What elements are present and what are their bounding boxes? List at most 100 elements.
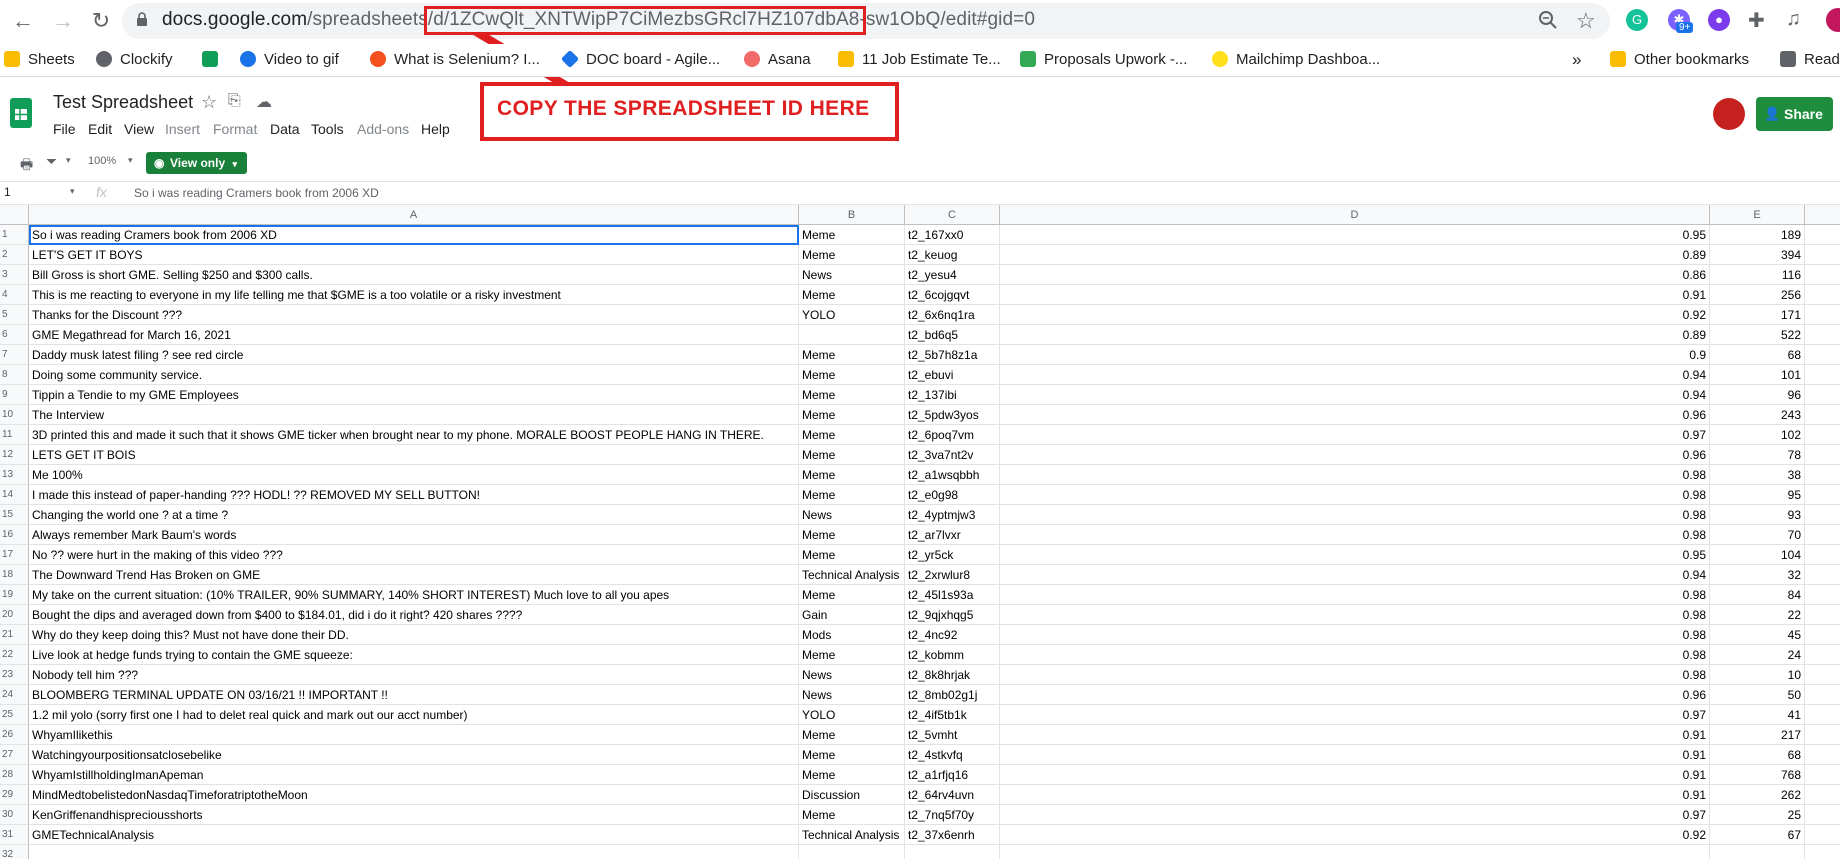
row-number[interactable]: 31 [0,825,29,845]
cell-flair[interactable]: Discussion [799,785,905,805]
cell-flair[interactable]: Technical Analysis [799,825,905,845]
cell-score[interactable]: 24 [1710,645,1805,665]
cell-author-id[interactable]: t2_4yptmjw3 [905,505,1000,525]
row-number[interactable]: 19 [0,585,29,605]
col-header-e[interactable]: E [1710,205,1805,225]
row-number[interactable]: 22 [0,645,29,665]
row-number[interactable]: 26 [0,725,29,745]
cell-score[interactable]: 93 [1710,505,1805,525]
cell-flair[interactable]: Gain [799,605,905,625]
cell-author-id[interactable]: t2_5b7h8z1a [905,345,1000,365]
cell-empty[interactable] [1805,785,1840,805]
cell-ratio[interactable] [1000,845,1710,859]
cell-flair[interactable]: YOLO [799,705,905,725]
cell-ratio[interactable]: 0.98 [1000,505,1710,525]
cell-title[interactable]: Tippin a Tendie to my GME Employees [29,385,799,405]
star-icon[interactable]: ☆ [1576,8,1596,34]
user-avatar[interactable] [1713,98,1745,130]
cell-score[interactable]: 96 [1710,385,1805,405]
cell-author-id[interactable]: t2_137ibi [905,385,1000,405]
cell-flair[interactable]: News [799,665,905,685]
cell-ratio[interactable]: 0.9 [1000,345,1710,365]
row-number[interactable]: 8 [0,365,29,385]
cell-empty[interactable] [1805,265,1840,285]
filter-icon[interactable]: ⏷ [46,153,57,170]
cell-empty[interactable] [1805,805,1840,825]
cell-flair[interactable]: Meme [799,285,905,305]
cell-title[interactable]: My take on the current situation: (10% T… [29,585,799,605]
cell-score[interactable]: 256 [1710,285,1805,305]
cell-author-id[interactable]: t2_a1rfjq16 [905,765,1000,785]
cell-empty[interactable] [1805,465,1840,485]
cell-author-id[interactable]: t2_9qjxhqg5 [905,605,1000,625]
cell-author-id[interactable]: t2_yr5ck [905,545,1000,565]
cell-empty[interactable] [1805,405,1840,425]
cell-flair[interactable]: Mods [799,625,905,645]
cell-author-id[interactable]: t2_5vmht [905,725,1000,745]
cell-score[interactable]: 45 [1710,625,1805,645]
cell-author-id[interactable]: t2_7nq5f70y [905,805,1000,825]
row-number[interactable]: 2 [0,245,29,265]
cell-author-id[interactable]: t2_64rv4uvn [905,785,1000,805]
cell-ratio[interactable]: 0.95 [1000,225,1710,245]
cell-empty[interactable] [1805,445,1840,465]
cell-ratio[interactable]: 0.98 [1000,485,1710,505]
cell-title[interactable]: Live look at hedge funds trying to conta… [29,645,799,665]
cell-empty[interactable] [1805,605,1840,625]
share-button[interactable]: 👤 Share [1756,97,1833,131]
cell-title[interactable]: WhyamIstillholdingImanApeman [29,765,799,785]
menu-edit[interactable]: Edit [88,121,112,137]
screen-recorder-icon[interactable]: ● [1708,9,1730,31]
cell-title[interactable]: GMETechnicalAnalysis [29,825,799,845]
row-number[interactable]: 25 [0,705,29,725]
cell-empty[interactable] [1805,725,1840,745]
row-number[interactable]: 20 [0,605,29,625]
cell-flair[interactable]: Meme [799,225,905,245]
cell-ratio[interactable]: 0.89 [1000,245,1710,265]
cell-ratio[interactable]: 0.91 [1000,285,1710,305]
bookmark-sheets-add[interactable] [202,50,226,70]
star-icon[interactable]: ☆ [201,92,217,113]
cell-flair[interactable]: Meme [799,245,905,265]
cell-empty[interactable] [1805,665,1840,685]
cell-score[interactable]: 25 [1710,805,1805,825]
cell-empty[interactable] [1805,245,1840,265]
cell-ratio[interactable]: 0.92 [1000,305,1710,325]
col-header-a[interactable]: A [29,205,799,225]
cell-flair[interactable]: Meme [799,425,905,445]
cell-flair[interactable]: Meme [799,525,905,545]
cell-flair[interactable] [799,845,905,859]
cell-flair[interactable]: Meme [799,365,905,385]
cell-score[interactable]: 32 [1710,565,1805,585]
cell-flair[interactable]: Meme [799,345,905,365]
bookmark-video-to-gif[interactable]: Video to gif [240,50,339,70]
cell-title[interactable]: Bought the dips and averaged down from $… [29,605,799,625]
cell-ratio[interactable]: 0.98 [1000,465,1710,485]
row-number[interactable]: 27 [0,745,29,765]
cell-ratio[interactable]: 0.98 [1000,645,1710,665]
cell-flair[interactable]: News [799,505,905,525]
puzzle-icon[interactable]: ✚ [1748,8,1765,33]
cell-score[interactable]: 394 [1710,245,1805,265]
cell-ratio[interactable]: 0.91 [1000,725,1710,745]
row-number[interactable]: 10 [0,405,29,425]
cell-empty[interactable] [1805,485,1840,505]
row-number[interactable]: 30 [0,805,29,825]
cell-empty[interactable] [1805,525,1840,545]
row-number[interactable]: 23 [0,665,29,685]
cell-title[interactable]: WhyamIlikethis [29,725,799,745]
bookmark-selenium[interactable]: What is Selenium? I... [370,50,540,70]
row-number[interactable]: 28 [0,765,29,785]
cell-ratio[interactable]: 0.94 [1000,365,1710,385]
name-box[interactable]: 1 [4,185,11,199]
bookmark-proposals[interactable]: Proposals Upwork -... [1020,50,1187,70]
print-icon[interactable]: 🖶 [20,154,33,178]
cell-flair[interactable]: Meme [799,745,905,765]
menu-view[interactable]: View [124,121,154,137]
col-header-c[interactable]: C [905,205,1000,225]
cell-title[interactable]: Bill Gross is short GME. Selling $250 an… [29,265,799,285]
cell-title[interactable]: LET'S GET IT BOYS [29,245,799,265]
cell-title[interactable]: Nobody tell him ??? [29,665,799,685]
cell-title[interactable]: KenGriffenandhispreciousshorts [29,805,799,825]
cell-title[interactable]: This is me reacting to everyone in my li… [29,285,799,305]
